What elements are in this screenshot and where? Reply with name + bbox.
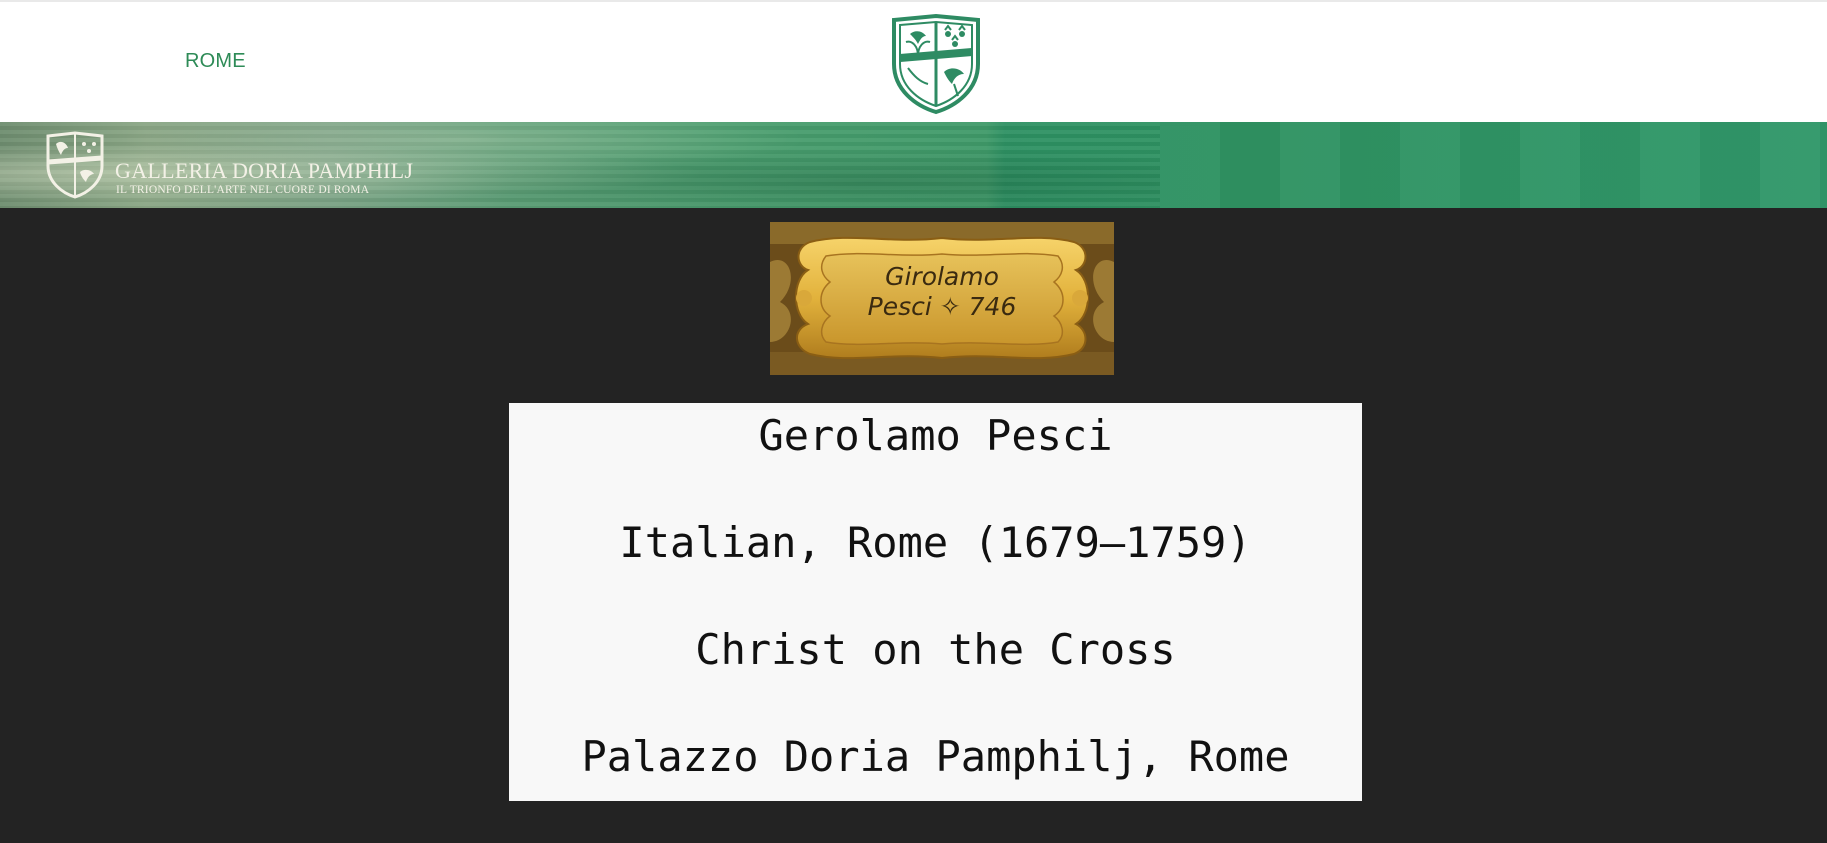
artwork-location: Palazzo Doria Pamphilj, Rome <box>581 732 1290 781</box>
artwork-title: Christ on the Cross <box>695 625 1176 674</box>
plaque-text-line-1: Girolamo <box>885 262 999 291</box>
artwork-plaque-photo: Girolamo Pesci ✧ 746 <box>770 222 1114 375</box>
site-header: ROME <box>0 0 1827 122</box>
coat-of-arms-icon[interactable] <box>888 12 984 116</box>
banner-title[interactable]: GALLERIA DORIA PAMPHILJ <box>115 158 413 184</box>
banner-subtitle: IL TRIONFO DELL'ARTE NEL CUORE DI ROMA <box>116 184 370 196</box>
artist-origin: Italian, Rome (1679–1759) <box>619 518 1252 567</box>
coat-of-arms-icon <box>46 131 104 199</box>
gallery-banner: GALLERIA DORIA PAMPHILJ IL TRIONFO DELL'… <box>0 122 1827 208</box>
banner-sheen <box>1160 122 1827 208</box>
plaque-text-line-2: Pesci ✧ 746 <box>867 292 1017 321</box>
artwork-label-card: Gerolamo Pesci Italian, Rome (1679–1759)… <box>509 403 1362 801</box>
artist-name: Gerolamo Pesci <box>758 411 1113 460</box>
nav-link-rome[interactable]: ROME <box>185 50 246 73</box>
